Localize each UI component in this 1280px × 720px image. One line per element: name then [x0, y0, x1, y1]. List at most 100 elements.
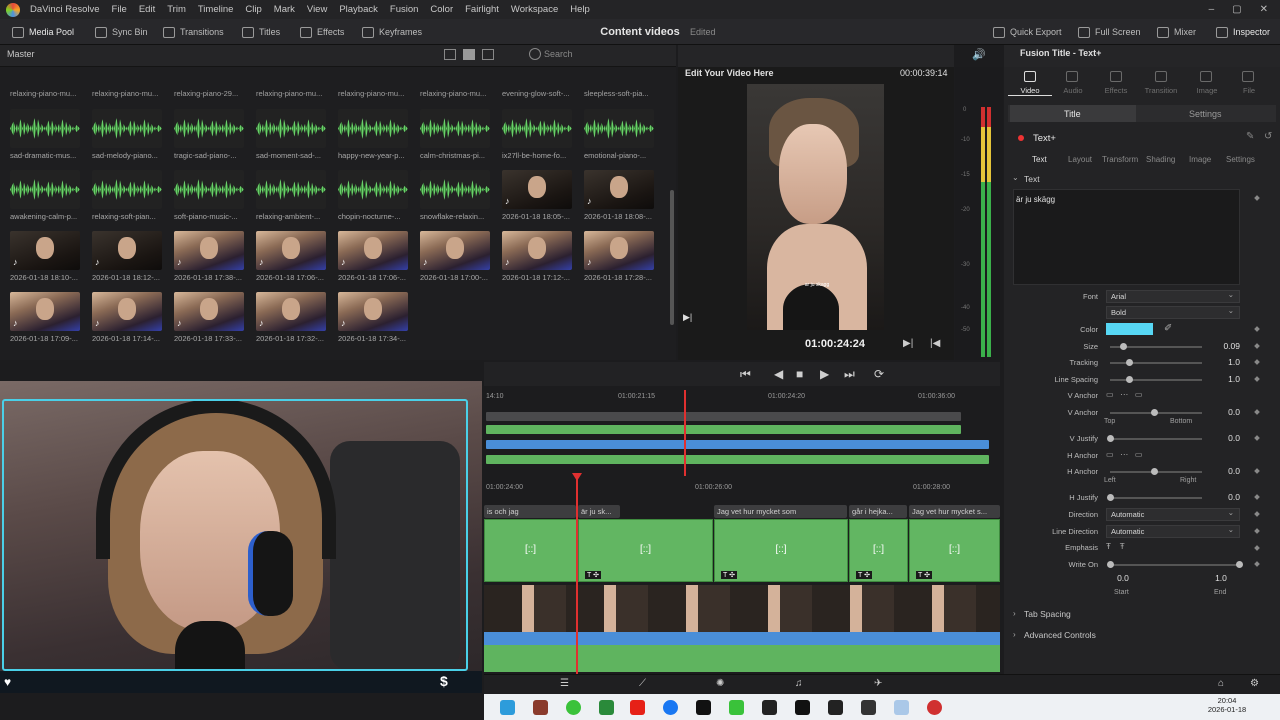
- slider-knob[interactable]: [1236, 561, 1243, 568]
- overview-video-track[interactable]: [486, 440, 989, 449]
- media-clip[interactable]: awakening-calm-p...: [10, 170, 80, 221]
- media-clip[interactable]: ♪ 2026-01-18 17:09-...: [10, 292, 80, 343]
- media-clip[interactable]: emotional-piano-...: [584, 109, 654, 160]
- media-clip[interactable]: ♪ 2026-01-18 17:28-...: [584, 231, 654, 282]
- slider-knob[interactable]: [1120, 343, 1127, 350]
- reverse-icon[interactable]: ◀: [774, 367, 783, 381]
- reset-icon[interactable]: ↺: [1264, 131, 1272, 142]
- edit-pencil-icon[interactable]: ✎: [1246, 131, 1254, 142]
- tab-video[interactable]: Video: [1008, 86, 1052, 95]
- media-clip[interactable]: relaxing-soft-pian...: [92, 170, 162, 221]
- edit-page-icon[interactable]: ☰: [560, 678, 569, 689]
- title-clip[interactable]: [::]: [484, 519, 577, 582]
- tracking-slider[interactable]: [1110, 359, 1202, 366]
- write-on-end-value[interactable]: 1.0: [1206, 573, 1236, 583]
- menu-timeline[interactable]: Timeline: [192, 4, 240, 15]
- prev-clip-icon[interactable]: |◀: [930, 338, 940, 349]
- tab-file[interactable]: File: [1227, 86, 1271, 95]
- full-screen-button[interactable]: Full Screen: [1078, 19, 1141, 45]
- media-clip[interactable]: ♪ 2026-01-18 17:12-...: [502, 231, 572, 282]
- audio-track-clip[interactable]: [484, 645, 1000, 672]
- media-pool-scrollbar[interactable]: [670, 190, 674, 325]
- media-clip[interactable]: sad-dramatic-mus...: [10, 109, 80, 160]
- effects-button[interactable]: Effects: [300, 19, 344, 45]
- settings-gear-icon[interactable]: ⚙: [1250, 678, 1259, 689]
- slider-knob[interactable]: [1107, 561, 1114, 568]
- media-clip[interactable]: ix27ll-be-home-fo...: [502, 109, 572, 160]
- app-icon[interactable]: [599, 700, 614, 715]
- tab-transition[interactable]: Transition: [1139, 86, 1183, 95]
- media-clip[interactable]: ♪ 2026-01-18 17:06-...: [338, 231, 408, 282]
- menu-playback[interactable]: Playback: [333, 4, 384, 15]
- h-anchor-value[interactable]: 0.0: [1210, 466, 1240, 476]
- v-justify-slider[interactable]: [1107, 435, 1202, 442]
- slider-knob[interactable]: [1126, 359, 1133, 366]
- advanced-controls-section[interactable]: Advanced Controls: [1024, 630, 1096, 640]
- overview-audio-track[interactable]: [486, 455, 989, 464]
- color-swatch[interactable]: [1106, 323, 1153, 335]
- media-clip[interactable]: ♪ 2026-01-18 17:00-...: [420, 231, 490, 282]
- video-track-clip[interactable]: [484, 585, 1000, 632]
- menu-mark[interactable]: Mark: [268, 4, 301, 15]
- view-icon[interactable]: [444, 49, 456, 60]
- fairlight-page-icon[interactable]: ♫: [795, 678, 803, 689]
- viewer-timeline-name[interactable]: Edit Your Video Here: [685, 68, 774, 78]
- audio-waveform-track[interactable]: [484, 632, 1000, 645]
- keyframes-button[interactable]: Keyframes: [362, 19, 422, 45]
- menu-fairlight[interactable]: Fairlight: [459, 4, 505, 15]
- inspector-button[interactable]: Inspector: [1216, 19, 1270, 45]
- facebook-icon[interactable]: [663, 700, 678, 715]
- v-anchor-value[interactable]: 0.0: [1210, 407, 1240, 417]
- slider-knob[interactable]: [1107, 435, 1114, 442]
- chevron-right-icon[interactable]: ›: [1013, 609, 1016, 618]
- title-clip[interactable]: [::] T ✣: [909, 519, 1000, 582]
- media-clip[interactable]: ♪ 2026-01-18 17:06-...: [256, 231, 326, 282]
- loop-icon[interactable]: ⟳: [874, 367, 884, 381]
- size-value[interactable]: 0.09: [1210, 341, 1240, 351]
- menu-color[interactable]: Color: [424, 4, 459, 15]
- taskbar-clock[interactable]: 20:04 2026-01-18: [1205, 696, 1249, 714]
- slider-knob[interactable]: [1151, 468, 1158, 475]
- text-tab-settings[interactable]: Settings: [1226, 155, 1255, 164]
- text-tab-text[interactable]: Text: [1032, 155, 1047, 164]
- speaker-icon[interactable]: 🔊: [972, 48, 986, 61]
- minimize-icon[interactable]: –: [1209, 4, 1215, 15]
- color-page-icon[interactable]: ✺: [716, 678, 724, 689]
- menu-edit[interactable]: Edit: [133, 4, 161, 15]
- go-to-start-icon[interactable]: ⏮: [740, 367, 751, 382]
- youtube-icon[interactable]: [630, 700, 645, 715]
- style-select[interactable]: Bold: [1106, 305, 1240, 319]
- media-clip[interactable]: sad-melody-piano...: [92, 109, 162, 160]
- media-clip[interactable]: calm-christmas-pi...: [420, 109, 490, 160]
- direction-select[interactable]: Automatic: [1106, 507, 1240, 521]
- text-input[interactable]: är ju skägg: [1013, 189, 1240, 285]
- menu-help[interactable]: Help: [564, 4, 596, 15]
- media-clip[interactable]: soft-piano-music-...: [174, 170, 244, 221]
- thumbnail-view-icon[interactable]: [463, 49, 475, 60]
- app-icon[interactable]: [533, 700, 548, 715]
- app-icon[interactable]: [894, 700, 909, 715]
- media-clip[interactable]: ♪ 2026-01-18 17:14-...: [92, 292, 162, 343]
- h-anchor-buttons[interactable]: ▭ ⋯ ▭: [1106, 450, 1142, 459]
- media-clip[interactable]: snowflake-relaxin...: [420, 170, 490, 221]
- v-justify-value[interactable]: 0.0: [1210, 433, 1240, 443]
- timeline-playhead[interactable]: [576, 478, 578, 674]
- media-clip[interactable]: sad-moment-sad-...: [256, 109, 326, 160]
- list-view-icon[interactable]: [482, 49, 494, 60]
- media-clip[interactable]: ♪ 2026-01-18 17:38-...: [174, 231, 244, 282]
- emphasis-buttons[interactable]: Ŧ Ŧ: [1106, 542, 1125, 551]
- slider-knob[interactable]: [1126, 376, 1133, 383]
- section-text-heading[interactable]: Text: [1024, 174, 1040, 184]
- subtitle-clip[interactable]: går i hejka...: [849, 505, 907, 518]
- slider-knob[interactable]: [1107, 494, 1114, 501]
- stop-icon[interactable]: ■: [796, 367, 803, 381]
- text-tab-layout[interactable]: Layout: [1068, 155, 1092, 164]
- media-clip[interactable]: relaxing-ambient-...: [256, 170, 326, 221]
- h-justify-value[interactable]: 0.0: [1210, 492, 1240, 502]
- chevron-down-icon[interactable]: ⌄: [1012, 173, 1019, 182]
- media-clip[interactable]: ♪ 2026-01-18 17:33-...: [174, 292, 244, 343]
- line-direction-select[interactable]: Automatic: [1106, 524, 1240, 538]
- media-clip[interactable]: happy-new-year-p...: [338, 109, 408, 160]
- maximize-icon[interactable]: ▢: [1232, 4, 1241, 15]
- subtitle-clip[interactable]: Jag vet hur mycket s...: [909, 505, 1000, 518]
